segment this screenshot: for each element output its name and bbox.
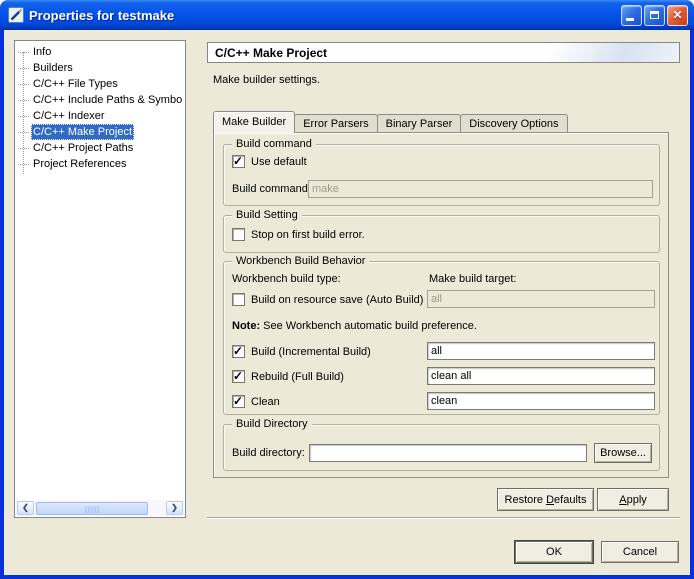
rebuild-full-label: Rebuild (Full Build) [251, 371, 344, 383]
minimize-icon [626, 18, 634, 21]
build-incremental-checkbox[interactable] [232, 345, 245, 358]
auto-build-target-input [427, 290, 655, 308]
dialog-icon [8, 7, 24, 23]
button-separator [207, 517, 680, 519]
stop-on-error-row: Stop on first build error. [232, 228, 365, 241]
build-incremental-row: Build (Incremental Build) [232, 345, 371, 358]
tree-item-project-paths[interactable]: C/C++ Project Paths [15, 140, 185, 156]
use-default-label: Use default [251, 156, 307, 168]
properties-dialog: Properties for testmake ✕ Info Builders … [0, 0, 694, 579]
build-command-legend: Build command [232, 137, 316, 151]
tab-bar: Make Builder Error Parsers Binary Parser… [213, 112, 567, 133]
build-command-input [308, 180, 653, 198]
use-default-row: Use default [232, 155, 307, 168]
cancel-button[interactable]: Cancel [601, 541, 679, 563]
rebuild-full-checkbox[interactable] [232, 370, 245, 383]
workbench-build-type-label: Workbench build type: [232, 270, 341, 288]
tree-item-builders[interactable]: Builders [15, 60, 185, 76]
tree-item-make-project[interactable]: C/C++ Make Project [15, 124, 185, 140]
clean-row: Clean [232, 395, 280, 408]
workbench-legend: Workbench Build Behavior [232, 254, 369, 268]
build-command-label: Build command: [232, 180, 311, 198]
stop-on-error-checkbox[interactable] [232, 228, 245, 241]
build-directory-legend: Build Directory [232, 417, 312, 431]
close-button[interactable]: ✕ [667, 5, 688, 26]
stop-on-error-label: Stop on first build error. [251, 229, 365, 241]
tree-item-project-references[interactable]: Project References [15, 156, 185, 172]
tree-item-info[interactable]: Info [15, 44, 185, 60]
rebuild-full-row: Rebuild (Full Build) [232, 370, 344, 383]
page-title: C/C++ Make Project [215, 46, 327, 60]
tree-item-include-paths[interactable]: C/C++ Include Paths & Symbo [15, 92, 185, 108]
build-directory-label: Build directory: [232, 444, 305, 462]
build-command-group: Build command Use default Build command: [223, 144, 660, 206]
tree-horizontal-scrollbar[interactable]: ❮ ❯ [16, 500, 184, 516]
use-default-checkbox[interactable] [232, 155, 245, 168]
scrollbar-grip-icon [86, 506, 99, 513]
make-build-target-label: Make build target: [429, 270, 516, 288]
auto-build-label: Build on resource save (Auto Build) [251, 294, 423, 306]
scrollbar-thumb[interactable] [36, 502, 148, 515]
tab-discovery-options[interactable]: Discovery Options [460, 114, 567, 133]
make-builder-panel: Build command Use default Build command:… [213, 132, 669, 478]
tab-binary-parser[interactable]: Binary Parser [377, 114, 462, 133]
minimize-button[interactable] [621, 5, 642, 26]
auto-build-checkbox[interactable] [232, 293, 245, 306]
window-title: Properties for testmake [29, 8, 621, 23]
workbench-group: Workbench Build Behavior Workbench build… [223, 261, 660, 415]
title-bar[interactable]: Properties for testmake ✕ [0, 0, 694, 30]
build-setting-legend: Build Setting [232, 208, 302, 222]
workbench-note: Note: See Workbench automatic build pref… [232, 317, 477, 335]
tree-list: Info Builders C/C++ File Types C/C++ Inc… [15, 44, 185, 172]
clean-target-input[interactable] [427, 392, 655, 410]
tree-item-file-types[interactable]: C/C++ File Types [15, 76, 185, 92]
tab-error-parsers[interactable]: Error Parsers [294, 114, 377, 133]
auto-build-row: Build on resource save (Auto Build) [232, 293, 423, 306]
maximize-icon [650, 11, 659, 19]
properties-tree: Info Builders C/C++ File Types C/C++ Inc… [14, 40, 186, 518]
build-directory-input[interactable] [309, 444, 587, 462]
build-setting-group: Build Setting Stop on first build error. [223, 215, 660, 253]
page-title-banner: C/C++ Make Project [207, 42, 680, 63]
maximize-button[interactable] [644, 5, 665, 26]
clean-checkbox[interactable] [232, 395, 245, 408]
build-directory-group: Build Directory Build directory: Browse.… [223, 424, 660, 471]
tree-guide-line [23, 52, 24, 174]
ok-button[interactable]: OK [515, 541, 593, 563]
tree-item-indexer[interactable]: C/C++ Indexer [15, 108, 185, 124]
build-incremental-label: Build (Incremental Build) [251, 346, 371, 358]
close-icon: ✕ [672, 9, 682, 21]
page-subtitle: Make builder settings. [213, 74, 320, 86]
apply-button[interactable]: Apply [597, 488, 669, 511]
scroll-left-arrow-icon[interactable]: ❮ [17, 501, 34, 515]
restore-defaults-button[interactable]: Restore Defaults [497, 488, 594, 511]
tab-make-builder[interactable]: Make Builder [213, 111, 295, 133]
browse-button[interactable]: Browse... [594, 443, 652, 463]
clean-label: Clean [251, 396, 280, 408]
scroll-right-arrow-icon[interactable]: ❯ [166, 501, 183, 515]
build-incremental-target-input[interactable] [427, 342, 655, 360]
rebuild-full-target-input[interactable] [427, 367, 655, 385]
